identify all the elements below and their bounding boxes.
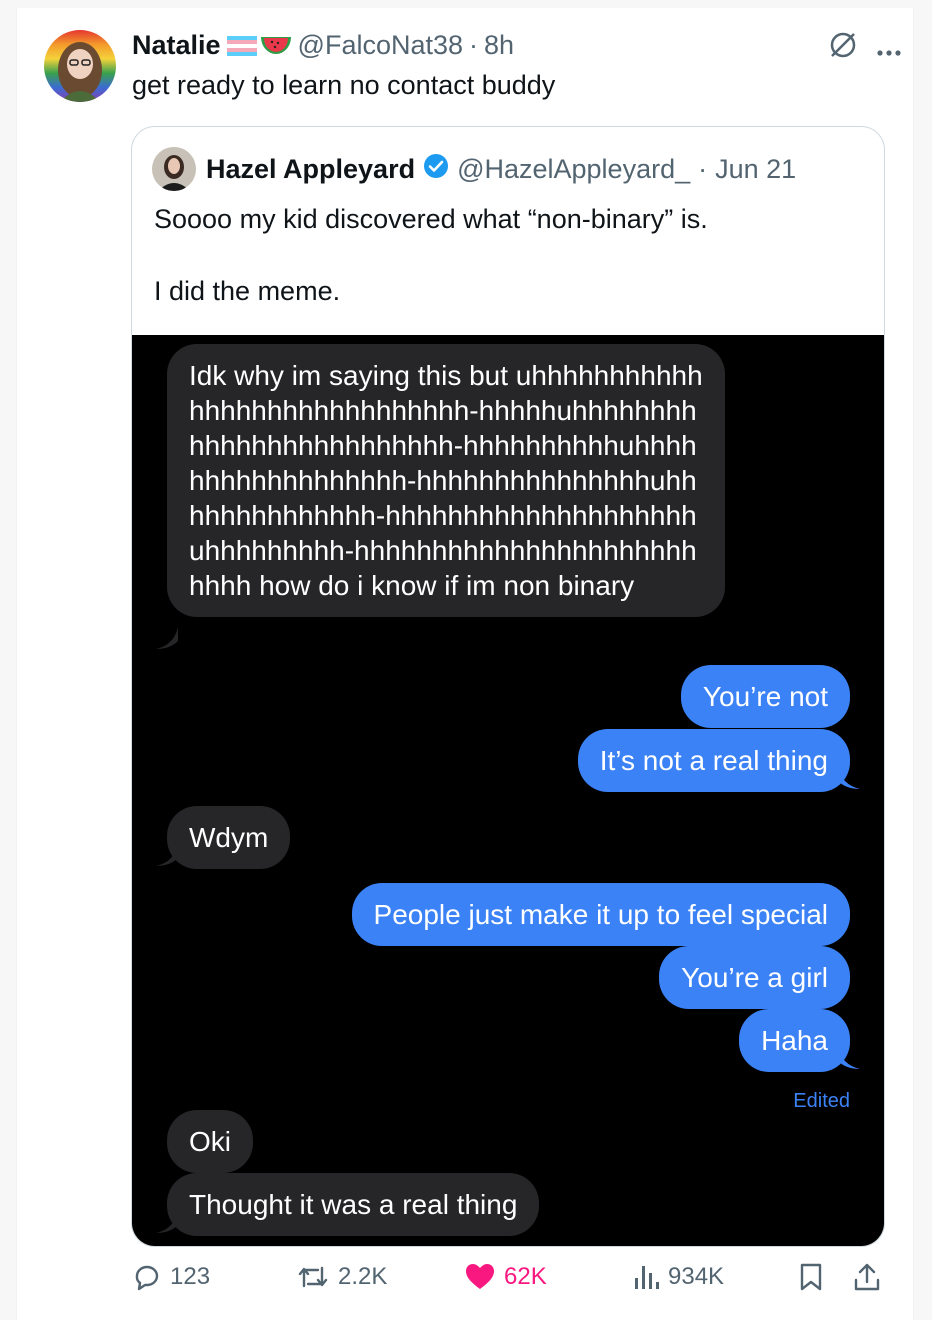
tweet-text: get ready to learn no contact buddy xyxy=(132,70,556,100)
message-outgoing: Haha xyxy=(739,1009,850,1072)
tweet-action-bar: 123 2.2K 62K 934K xyxy=(0,1262,932,1310)
quoted-header: Hazel Appleyard @HazelAppleyard_ · Jun 2… xyxy=(206,153,796,186)
trans-flag-icon xyxy=(226,35,257,56)
bookmark-button[interactable] xyxy=(798,1262,824,1292)
message-incoming: Thought it was a real thing xyxy=(167,1173,540,1236)
bubble-tail xyxy=(156,1211,178,1233)
name-emoji-flags xyxy=(226,35,292,57)
bubble-tail xyxy=(156,844,178,866)
quoted-separator-dot: · xyxy=(698,154,708,184)
message-outgoing: You’re a girl xyxy=(659,946,850,1009)
message-incoming: Oki xyxy=(167,1110,253,1173)
separator-dot: · xyxy=(469,30,479,60)
bookmark-icon xyxy=(800,1263,822,1291)
author-name[interactable]: Natalie xyxy=(132,30,221,61)
reply-count: 123 xyxy=(170,1263,211,1290)
author-avatar[interactable] xyxy=(44,30,116,102)
quoted-author-name[interactable]: Hazel Appleyard xyxy=(206,154,415,185)
bubble-tail xyxy=(156,627,178,649)
share-button[interactable] xyxy=(852,1262,882,1292)
grok-icon[interactable] xyxy=(828,30,858,67)
views-icon xyxy=(635,1266,659,1289)
bubble-tail xyxy=(838,1047,860,1069)
views-button[interactable]: 934K xyxy=(632,1262,724,1292)
message-outgoing: You’re not xyxy=(680,665,850,728)
message-incoming: Wdym xyxy=(167,806,291,869)
message-outgoing: It’s not a real thing xyxy=(577,729,850,792)
message-outgoing: People just make it up to feel special xyxy=(351,883,850,946)
quoted-text: Soooo my kid discovered what “non-binary… xyxy=(154,201,708,345)
quoted-tweet[interactable]: Hazel Appleyard @HazelAppleyard_ · Jun 2… xyxy=(131,126,885,1247)
quoted-author-avatar[interactable] xyxy=(152,147,196,191)
like-count: 62K xyxy=(504,1263,547,1290)
author-handle[interactable]: @FalcoNat38 xyxy=(298,30,463,61)
reply-button[interactable]: 123 xyxy=(132,1262,210,1292)
tweet-top-actions xyxy=(828,30,902,67)
edited-label: Edited xyxy=(793,1090,850,1112)
quoted-date[interactable]: Jun 21 xyxy=(715,154,796,185)
quoted-text-line2: I did the meme. xyxy=(154,276,341,306)
verified-badge-icon xyxy=(423,153,449,186)
views-count: 934K xyxy=(668,1263,725,1290)
more-icon[interactable] xyxy=(876,33,902,64)
attached-chat-screenshot[interactable]: Idk why im saying this but uhhhhhhhhhhhh… xyxy=(132,335,884,1246)
tweet-header: Natalie @FalcoNat38 · 8h xyxy=(132,30,514,61)
heart-icon xyxy=(466,1264,494,1289)
repost-icon xyxy=(298,1266,328,1288)
repost-button[interactable]: 2.2K xyxy=(296,1262,387,1292)
quoted-text-line1: Soooo my kid discovered what “non-binary… xyxy=(154,204,708,234)
tweet-time[interactable]: 8h xyxy=(484,30,514,61)
message-incoming: Idk why im saying this but uhhhhhhhhhhhh… xyxy=(167,344,725,617)
repost-count: 2.2K xyxy=(338,1263,388,1290)
watermelon-icon xyxy=(260,36,291,54)
share-icon xyxy=(854,1263,880,1291)
like-button[interactable]: 62K xyxy=(464,1262,547,1292)
bubble-tail xyxy=(838,767,860,789)
quoted-author-handle[interactable]: @HazelAppleyard_ xyxy=(457,154,690,185)
reply-icon xyxy=(135,1265,159,1291)
